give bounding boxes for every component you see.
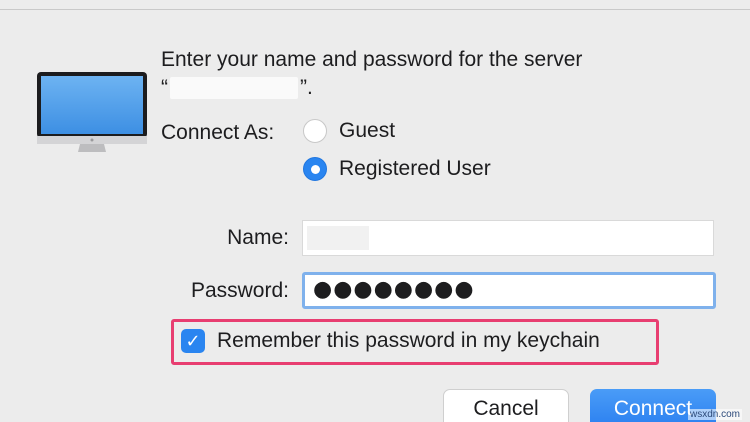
name-label: Name: [227,226,289,249]
registered-user-radio[interactable] [303,157,327,181]
server-prompt: Enter your name and password for the ser… [161,46,582,102]
name-field[interactable] [302,220,714,256]
radio-selected-dot [310,164,320,174]
guest-radio-option[interactable]: Guest [303,119,395,143]
remember-keychain-option[interactable]: ✓ Remember this password in my keychain [181,329,600,353]
computer-monitor-icon [37,72,147,152]
password-field[interactable]: ●●●●●●●● [302,272,716,309]
guest-radio[interactable] [303,119,327,143]
cancel-button[interactable]: Cancel [443,389,569,422]
watermark: wsxdn.com [687,409,742,420]
password-label: Password: [190,279,289,302]
connect-as-label: Connect As: [161,121,275,144]
registered-user-radio-label[interactable]: Registered User [339,157,491,181]
guest-radio-label[interactable]: Guest [339,119,395,143]
name-value-redacted [307,226,369,250]
remember-keychain-checkbox[interactable]: ✓ [181,329,205,353]
server-name-line: “ ”. [161,74,582,102]
close-quote: ”. [300,76,313,99]
prompt-text: Enter your name and password for the ser… [161,48,583,71]
window-top-edge [0,0,750,10]
open-quote: “ [161,76,168,99]
remember-keychain-label[interactable]: Remember this password in my keychain [217,329,600,353]
server-name-redacted [170,77,298,99]
registered-user-radio-option[interactable]: Registered User [303,157,491,181]
